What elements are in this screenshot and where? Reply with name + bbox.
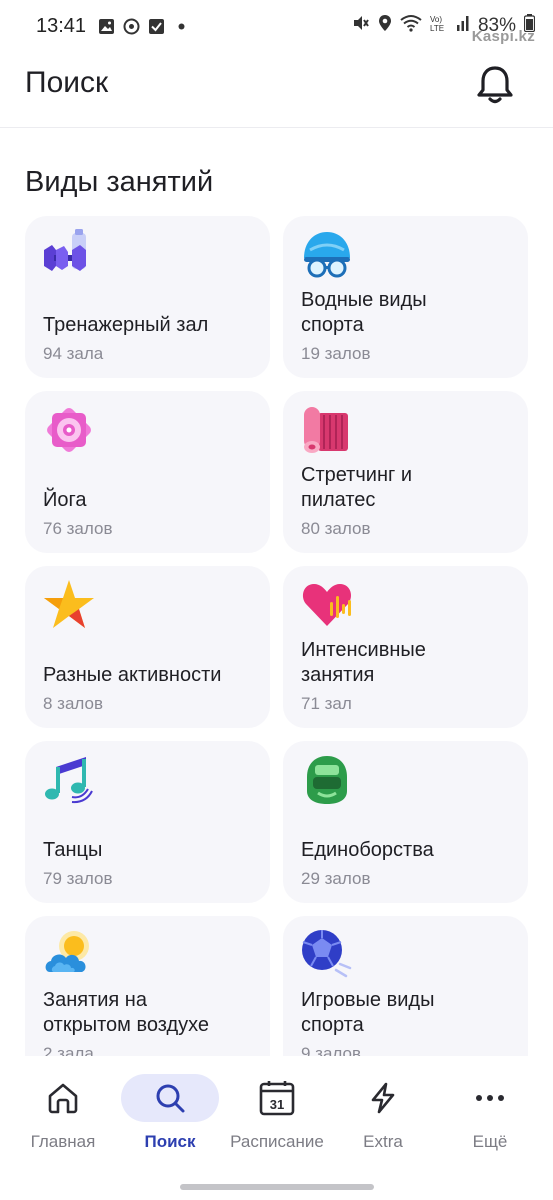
sun-cloud-icon (42, 928, 96, 982)
dumbbell-icon (42, 228, 96, 282)
signal-icon (456, 14, 470, 37)
nav-extra[interactable]: Extra (333, 1074, 433, 1166)
boxing-helmet-icon (300, 753, 354, 807)
lotus-icon (42, 403, 96, 457)
music-note-icon (42, 753, 96, 807)
category-title: Разные активности (43, 664, 222, 686)
category-card-gym[interactable]: Тренажерный зал 94 зала (25, 216, 270, 378)
swim-cap-icon (300, 228, 354, 282)
category-title: Стретчинг и пилатес (301, 464, 413, 511)
category-count: 19 залов (301, 344, 371, 363)
search-icon (121, 1074, 219, 1122)
status-time: 13:41 (36, 14, 87, 37)
dot-icon (173, 18, 190, 35)
watermark: Kaspi.kz (471, 28, 535, 45)
categories-grid: Тренажерный зал 94 зала Водные виды спор… (25, 216, 528, 1056)
home-icon (14, 1074, 112, 1122)
category-count: 71 зал (301, 694, 352, 713)
calendar-day: 31 (270, 1097, 284, 1112)
category-title: Танцы (43, 839, 103, 861)
category-count: 9 залов (301, 1044, 362, 1056)
nav-home[interactable]: Главная (13, 1074, 113, 1166)
category-count: 94 зала (43, 344, 104, 363)
status-bar: 13:41 Vo) LTE 83% Kaspi.kz (0, 0, 553, 52)
category-card-intensive[interactable]: Интенсивные занятия 71 зал (283, 566, 528, 728)
category-title: Тренажерный зал (43, 314, 209, 336)
svg-text:LTE: LTE (430, 24, 444, 32)
nav-label: Поиск (144, 1132, 196, 1151)
category-card-various[interactable]: Разные активности 8 залов (25, 566, 270, 728)
category-count: 80 залов (301, 519, 371, 538)
section-title: Виды занятий (25, 166, 214, 198)
star-icon (42, 578, 96, 632)
category-title: Интенсивные занятия (301, 639, 426, 686)
mute-icon (352, 14, 370, 37)
sync-icon (123, 18, 140, 35)
category-title: Единоборства (301, 839, 434, 861)
gallery-icon (98, 18, 115, 35)
more-icon (441, 1074, 539, 1122)
category-count: 29 залов (301, 869, 371, 888)
nav-search[interactable]: Поиск (120, 1074, 220, 1166)
home-indicator[interactable] (180, 1184, 374, 1190)
yoga-mat-icon (300, 403, 354, 457)
category-count: 76 залов (43, 519, 113, 538)
checkbox-icon (148, 18, 165, 35)
category-card-martial[interactable]: Единоборства 29 залов (283, 741, 528, 903)
calendar-icon: 31 (228, 1074, 326, 1122)
nav-schedule[interactable]: 31 Расписание (227, 1074, 327, 1166)
nav-label: Ещё (472, 1132, 508, 1151)
heart-pulse-icon (300, 578, 354, 632)
lte-icon: Vo) LTE (430, 14, 448, 37)
nav-label: Главная (30, 1132, 96, 1151)
lightning-icon (334, 1074, 432, 1122)
category-count: 8 залов (43, 694, 104, 713)
page-title: Поиск (25, 66, 109, 99)
category-card-stretching[interactable]: Стретчинг и пилатес 80 залов (283, 391, 528, 553)
category-card-games[interactable]: Игровые виды спорта 9 залов (283, 916, 528, 1056)
category-title: Игровые виды спорта (301, 989, 435, 1036)
nav-label: Расписание (230, 1132, 324, 1151)
category-card-outdoor[interactable]: Занятия на открытом воздухе 2 зала (25, 916, 270, 1056)
ball-icon (300, 928, 354, 982)
bell-icon[interactable] (475, 64, 515, 106)
location-icon (378, 14, 392, 37)
category-card-yoga[interactable]: Йога 76 залов (25, 391, 270, 553)
category-card-dance[interactable]: Танцы 79 залов (25, 741, 270, 903)
wifi-icon (400, 14, 422, 37)
category-title: Занятия на открытом воздухе (43, 989, 210, 1036)
category-count: 2 зала (43, 1044, 94, 1056)
nav-more[interactable]: Ещё (440, 1074, 540, 1166)
category-title: Водные виды спорта (301, 289, 427, 336)
categories-scroll[interactable]: Тренажерный зал 94 зала Водные виды спор… (0, 210, 553, 1056)
category-title: Йога (43, 489, 87, 511)
category-count: 79 залов (43, 869, 113, 888)
svg-text:Vo): Vo) (430, 15, 442, 24)
nav-label: Extra (363, 1132, 403, 1151)
category-card-water[interactable]: Водные виды спорта 19 залов (283, 216, 528, 378)
bottom-nav: Главная Поиск 31 Расписание Extra Ещё (0, 1056, 553, 1200)
app-header: Поиск (0, 52, 553, 128)
